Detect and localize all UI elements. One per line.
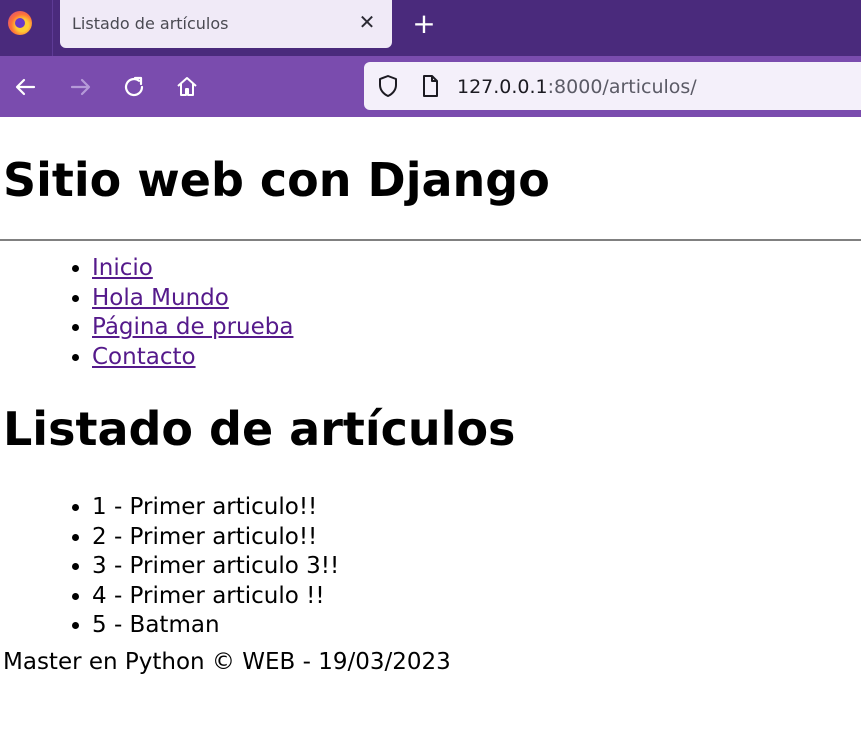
forward-arrow-icon[interactable] [66,73,94,101]
menu-link-hola-mundo[interactable]: Hola Mundo [92,285,229,311]
reload-icon[interactable] [120,73,148,101]
menu-link-pagina-prueba[interactable]: Página de prueba [92,314,293,340]
url-host: 127.0.0.1 [457,76,548,98]
menu-item: Página de prueba [92,313,293,343]
site-title: Sitio web con Django [3,153,550,207]
page-icon[interactable] [418,74,442,98]
firefox-icon[interactable] [8,11,32,35]
tab-title: Listado de artículos [72,14,229,33]
url-bar[interactable]: 127.0.0.1:8000/articulos/ [364,62,861,110]
articles-list: 1 - Primer articulo!! 2 - Primer articul… [0,493,339,641]
divider [0,239,861,241]
shield-icon[interactable] [376,74,400,98]
tab-bar: Listado de artículos ✕ + [0,0,861,56]
close-icon[interactable]: ✕ [356,11,378,33]
list-item: 5 - Batman [92,611,339,641]
articles-heading: Listado de artículos [3,402,516,456]
plus-icon[interactable]: + [410,10,438,38]
tab-active[interactable]: Listado de artículos ✕ [60,0,392,48]
menu-item: Inicio [92,254,293,284]
list-item: 2 - Primer articulo!! [92,523,339,553]
menu-link-inicio[interactable]: Inicio [92,255,153,281]
back-arrow-icon[interactable] [12,73,40,101]
list-item: 3 - Primer articulo 3!! [92,552,339,582]
tab-separator [52,0,53,56]
menu-item: Hola Mundo [92,284,293,314]
menu-link-contacto[interactable]: Contacto [92,344,196,370]
url-path: :8000/articulos/ [547,76,697,98]
home-icon[interactable] [173,73,201,101]
main-menu: Inicio Hola Mundo Página de prueba Conta… [0,254,293,372]
url-text[interactable]: 127.0.0.1:8000/articulos/ [457,76,697,98]
footer: Master en Python © WEB - 19/03/2023 [3,649,451,675]
menu-item: Contacto [92,343,293,373]
list-item: 1 - Primer articulo!! [92,493,339,523]
list-item: 4 - Primer articulo !! [92,582,339,612]
